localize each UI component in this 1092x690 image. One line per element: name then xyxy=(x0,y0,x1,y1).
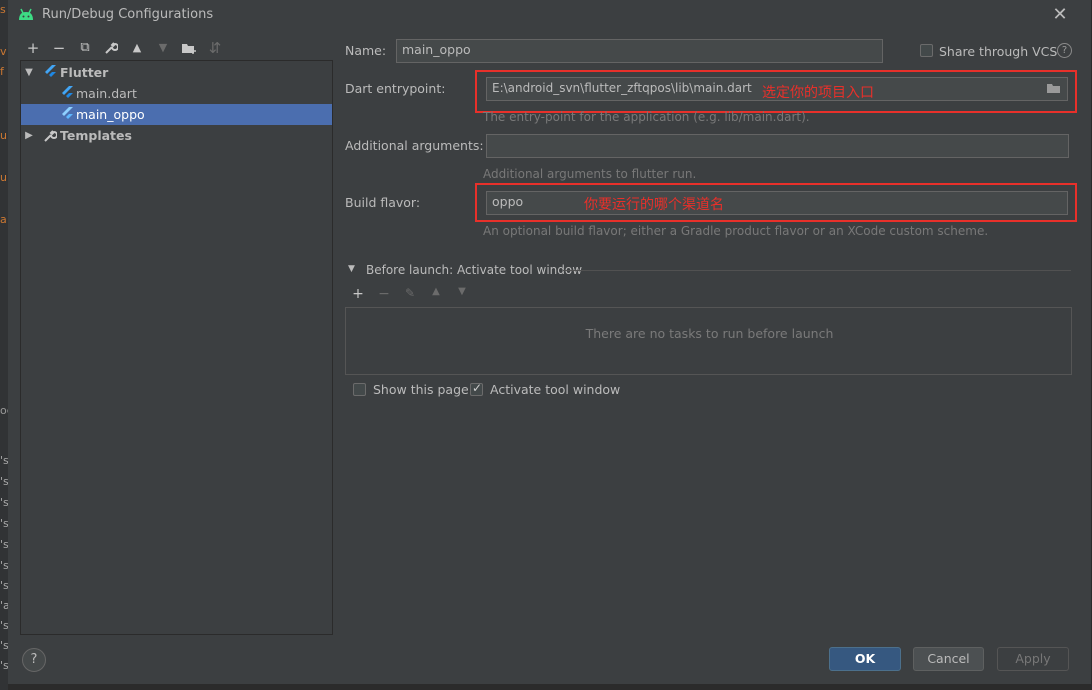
expand-arrow-icon[interactable]: ▼ xyxy=(23,62,35,83)
show-page-checkbox[interactable] xyxy=(353,383,366,396)
bg-code-glyph: u xyxy=(0,130,7,142)
sort-icon[interactable]: ⇵ xyxy=(204,38,226,58)
show-page-label: Show this page xyxy=(373,382,469,397)
tree-item-label: main.dart xyxy=(76,86,137,101)
bg-code-glyph: f xyxy=(0,66,4,78)
bg-code-glyph: 's xyxy=(0,640,8,652)
close-icon[interactable]: ✕ xyxy=(1048,4,1072,26)
before-launch-label: Before launch: Activate tool window xyxy=(366,263,583,277)
args-label: Additional arguments: xyxy=(345,138,484,153)
bg-code-glyph: 'a xyxy=(0,600,8,612)
entrypoint-annotation: 选定你的项目入口 xyxy=(762,85,874,101)
entrypoint-label: Dart entrypoint: xyxy=(345,81,446,96)
annotation-box-flavor xyxy=(475,183,1077,222)
help-button[interactable]: ? xyxy=(22,648,46,672)
move-down-task-icon[interactable]: ▼ xyxy=(453,286,471,297)
activate-tool-window-label: Activate tool window xyxy=(490,382,621,397)
tree-item-label: main_oppo xyxy=(76,107,145,122)
tree-item-main-dart[interactable]: main.dart xyxy=(21,83,332,104)
bg-code-glyph: 's xyxy=(0,455,8,467)
flavor-hint: An optional build flavor; either a Gradl… xyxy=(483,224,989,238)
flutter-icon xyxy=(45,65,56,77)
remove-configuration-button[interactable]: − xyxy=(48,38,70,58)
bg-code-glyph: 's xyxy=(0,518,8,530)
remove-task-icon[interactable]: − xyxy=(375,286,393,302)
bg-code-glyph: 's xyxy=(0,620,8,632)
folder-icon[interactable] xyxy=(178,38,200,58)
run-debug-dialog: Run/Debug Configurations ✕ + − ⧉ ▲ ▼ ⇵ ▼… xyxy=(8,0,1092,684)
wrench-icon xyxy=(44,130,57,142)
flutter-icon xyxy=(62,107,73,119)
tree-item-label: Flutter xyxy=(60,65,109,80)
bg-code-glyph: 's xyxy=(0,660,8,672)
bg-code-glyph: s xyxy=(0,4,6,16)
help-icon[interactable]: ? xyxy=(1057,43,1072,58)
name-label: Name: xyxy=(345,43,387,58)
tree-item-main-oppo[interactable]: main_oppo xyxy=(21,104,332,125)
edit-task-icon[interactable]: ✎ xyxy=(401,286,419,300)
background-ide-strip: s v f u u a oc 's 's 's 's 's 's 's 'a '… xyxy=(0,0,8,690)
bg-code-glyph: oc xyxy=(0,405,8,417)
bg-code-glyph: 's xyxy=(0,560,8,572)
cancel-button[interactable]: Cancel xyxy=(913,647,984,671)
apply-button[interactable]: Apply xyxy=(997,647,1069,671)
bg-code-glyph: 's xyxy=(0,539,8,551)
args-hint: Additional arguments to flutter run. xyxy=(483,167,697,181)
flavor-label: Build flavor: xyxy=(345,195,421,210)
move-up-button[interactable]: ▲ xyxy=(126,38,148,58)
move-down-button[interactable]: ▼ xyxy=(152,38,174,58)
flutter-icon xyxy=(62,86,73,98)
flavor-annotation: 你要运行的哪个渠道名 xyxy=(584,197,724,213)
activate-tool-window-checkbox[interactable] xyxy=(470,381,483,396)
entrypoint-hint: The entry-point for the application (e.g… xyxy=(483,110,810,124)
add-configuration-button[interactable]: + xyxy=(22,38,44,58)
collapse-arrow-icon[interactable]: ▼ xyxy=(348,264,355,274)
configuration-tree[interactable]: ▼ Flutter main.dart main_oppo ▶ Template… xyxy=(20,60,333,635)
args-input[interactable] xyxy=(486,134,1069,158)
android-icon xyxy=(19,8,33,20)
share-vcs-checkbox[interactable] xyxy=(920,44,933,57)
title-bar: Run/Debug Configurations ✕ xyxy=(8,0,1092,30)
bg-code-glyph: 's xyxy=(0,476,8,488)
expand-arrow-icon[interactable]: ▶ xyxy=(23,125,35,146)
tree-item-flutter[interactable]: ▼ Flutter xyxy=(21,62,332,83)
separator xyxy=(563,270,1071,271)
share-vcs-label: Share through VCS xyxy=(939,44,1058,59)
ok-button[interactable]: OK xyxy=(829,647,901,671)
wrench-icon[interactable] xyxy=(100,38,122,58)
tree-item-templates[interactable]: ▶ Templates xyxy=(21,125,332,146)
window-title: Run/Debug Configurations xyxy=(42,7,214,22)
before-launch-task-list[interactable]: There are no tasks to run before launch xyxy=(345,307,1072,375)
bg-code-glyph: u xyxy=(0,172,7,184)
move-up-task-icon[interactable]: ▲ xyxy=(427,286,445,297)
name-input[interactable]: main_oppo xyxy=(396,39,883,63)
bg-code-glyph: 's xyxy=(0,497,8,509)
bg-code-glyph: a xyxy=(0,214,7,226)
bg-code-glyph: 's xyxy=(0,580,8,592)
tree-item-label: Templates xyxy=(60,128,132,143)
empty-tasks-text: There are no tasks to run before launch xyxy=(585,326,834,341)
bg-code-glyph: v xyxy=(0,46,7,58)
copy-configuration-button[interactable]: ⧉ xyxy=(74,38,96,58)
add-task-icon[interactable]: + xyxy=(349,286,367,302)
